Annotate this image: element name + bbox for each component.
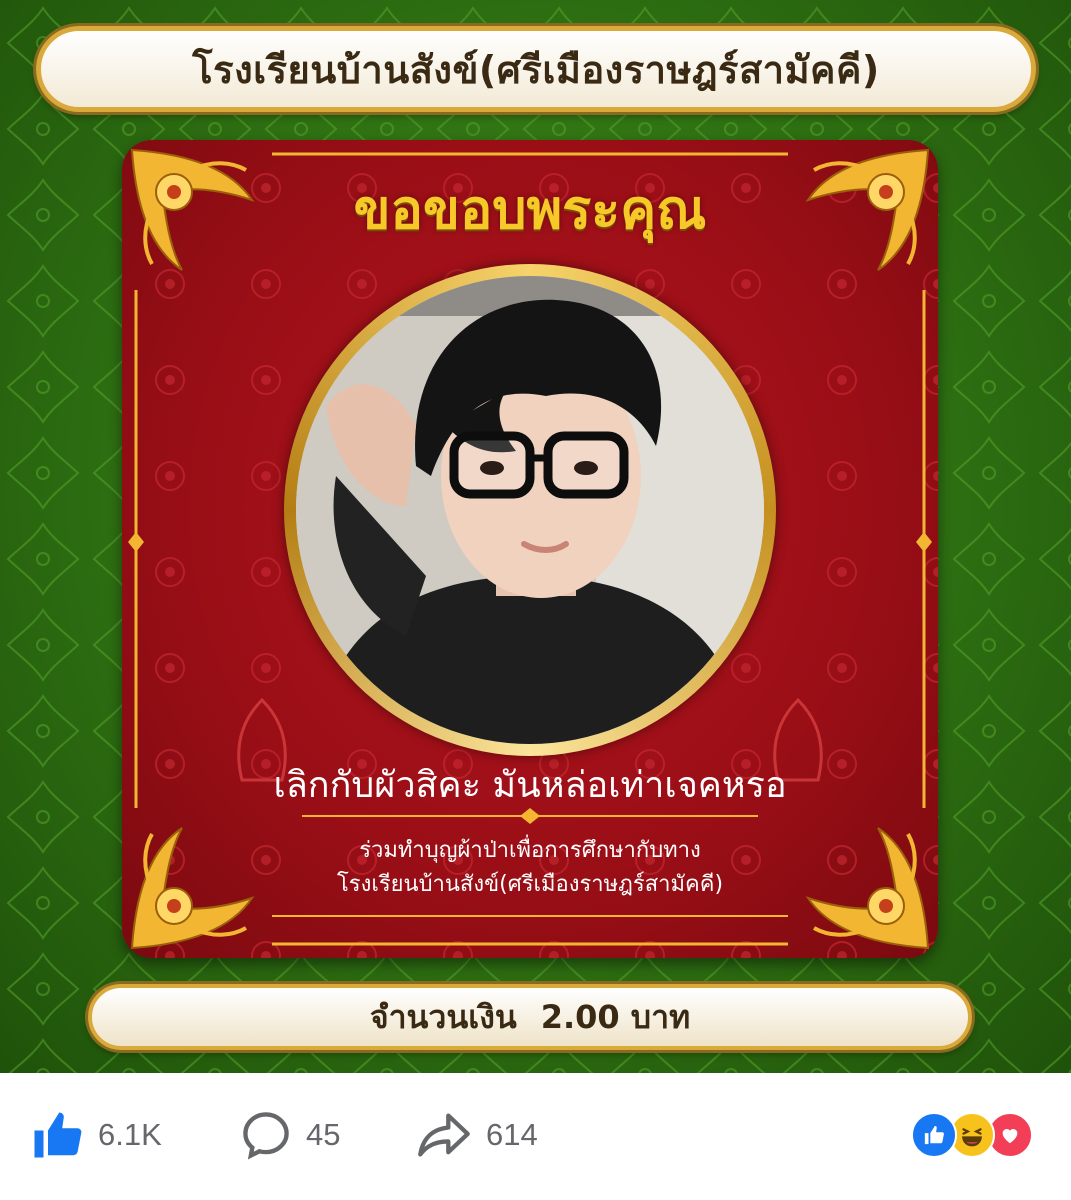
share-icon bbox=[418, 1113, 470, 1157]
like-count: 6.1K bbox=[98, 1117, 162, 1152]
school-name-banner: โรงเรียนบ้านสังข์(ศรีเมืองราษฎร์สามัคคี) bbox=[36, 26, 1036, 112]
school-name: โรงเรียนบ้านสังข์(ศรีเมืองราษฎร์สามัคคี) bbox=[192, 47, 880, 92]
caption-line-2: โรงเรียนบ้านสังข์(ศรีเมืองราษฎร์สามัคคี) bbox=[336, 872, 724, 897]
donor-name: เลิกกับผัวสิคะ มันหล่อเท่าเจคหรอ bbox=[273, 765, 787, 806]
share-button[interactable]: 614 bbox=[416, 1105, 538, 1165]
share-count: 614 bbox=[486, 1117, 538, 1152]
donation-caption: ร่วมทำบุญผ้าป่าเพื่อการศึกษากับทาง โรงเร… bbox=[122, 834, 938, 902]
amount-banner: จำนวนเงิน 2.00 บาท bbox=[88, 984, 972, 1050]
comment-count: 45 bbox=[306, 1117, 341, 1152]
amount-value: 2.00 บาท bbox=[540, 997, 691, 1036]
like-button[interactable]: 6.1K bbox=[30, 1105, 162, 1165]
donation-poster-image[interactable]: โรงเรียนบ้านสังข์(ศรีเมืองราษฎร์สามัคคี) bbox=[0, 0, 1071, 1073]
caption-line-1: ร่วมทำบุญผ้าป่าเพื่อการศึกษากับทาง bbox=[359, 838, 701, 863]
like-icon bbox=[911, 1112, 957, 1158]
comment-button[interactable]: 45 bbox=[240, 1105, 340, 1165]
photo-frame bbox=[284, 264, 776, 756]
comment-icon bbox=[243, 1112, 289, 1160]
thank-you-title: ขอขอบพระคุณ bbox=[353, 178, 707, 241]
donor-photo bbox=[296, 276, 764, 744]
thumbs-up-icon bbox=[34, 1112, 82, 1158]
thank-you-card: ขอขอบพระคุณ เลิกกับผัวสิคะ มันหล่อเท่าเจ… bbox=[122, 140, 938, 958]
reaction-summary[interactable] bbox=[911, 1112, 1041, 1158]
portrait-illustration bbox=[296, 276, 764, 744]
amount-label: จำนวนเงิน bbox=[369, 997, 517, 1036]
